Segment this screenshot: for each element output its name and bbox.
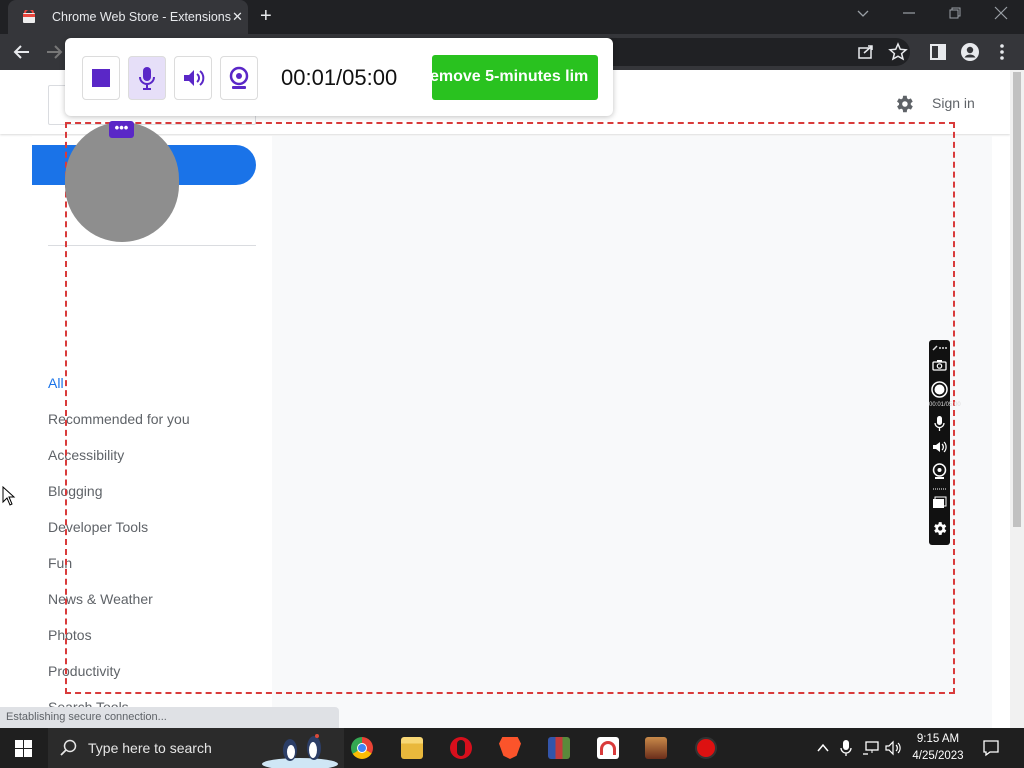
more-options-icon[interactable] bbox=[932, 343, 947, 353]
recorder-sidebar-toolbar: 00:01/05:00 bbox=[929, 340, 961, 545]
remove-time-limit-button[interactable]: emove 5-minutes lim bbox=[432, 55, 598, 100]
webcam-preview-bubble[interactable] bbox=[65, 122, 179, 242]
windows-start-icon[interactable] bbox=[15, 740, 32, 757]
file-explorer-taskbar-icon[interactable] bbox=[401, 737, 423, 759]
microphone-toggle-button[interactable] bbox=[128, 56, 166, 100]
taskbar-search-placeholder: Type here to search bbox=[88, 740, 212, 756]
action-center-icon[interactable] bbox=[982, 739, 1000, 757]
stop-button[interactable] bbox=[82, 56, 120, 100]
scrollbar-thumb[interactable] bbox=[1013, 72, 1021, 527]
new-tab-button[interactable]: + bbox=[260, 5, 272, 28]
status-text: Establishing secure connection... bbox=[6, 711, 167, 723]
sidebar-webcam-icon[interactable] bbox=[932, 463, 947, 480]
search-highlight-penguins-icon bbox=[262, 734, 338, 768]
recorder-control-panel: 00:01/05:00 emove 5-minutes lim bbox=[65, 38, 613, 116]
app-taskbar-icon[interactable] bbox=[597, 737, 619, 759]
microphone-icon bbox=[139, 67, 155, 90]
show-hidden-icons-chevron-icon[interactable] bbox=[816, 741, 830, 755]
bookmark-star-icon[interactable] bbox=[886, 40, 910, 64]
clock-time: 9:15 AM bbox=[916, 733, 960, 745]
minimize-icon[interactable] bbox=[902, 6, 916, 23]
browser-tab[interactable]: Chrome Web Store - Extensions ✕ bbox=[8, 0, 248, 34]
stop-square-icon bbox=[92, 69, 110, 87]
category-all[interactable]: All bbox=[48, 375, 64, 391]
mouse-cursor-icon bbox=[2, 486, 16, 506]
clock-date: 4/25/2023 bbox=[912, 750, 964, 762]
webcam-toggle-button[interactable] bbox=[220, 56, 258, 100]
taskbar-clock[interactable]: 9:15 AM 4/25/2023 bbox=[908, 731, 968, 765]
volume-icon[interactable] bbox=[885, 740, 903, 756]
sign-in-link[interactable]: Sign in bbox=[932, 95, 975, 111]
winrar-taskbar-icon[interactable] bbox=[548, 737, 570, 759]
recording-area-frame[interactable] bbox=[65, 122, 955, 694]
recorder-taskbar-icon[interactable] bbox=[695, 737, 717, 759]
webcam-icon bbox=[229, 66, 249, 89]
opera-taskbar-icon[interactable] bbox=[450, 737, 472, 759]
restore-icon[interactable] bbox=[948, 6, 962, 23]
speaker-icon bbox=[184, 70, 205, 86]
profile-avatar-icon[interactable] bbox=[958, 40, 982, 64]
record-button-icon[interactable] bbox=[931, 381, 948, 398]
forward-arrow-icon[interactable] bbox=[42, 40, 66, 64]
taskbar-search-box[interactable]: Type here to search bbox=[48, 728, 344, 768]
webcam-options-button[interactable]: ••• bbox=[109, 121, 134, 138]
tab-title: Chrome Web Store - Extensions bbox=[52, 10, 232, 24]
menu-kebab-icon[interactable] bbox=[990, 40, 1014, 64]
share-icon[interactable] bbox=[854, 40, 878, 64]
settings-gear-icon[interactable] bbox=[893, 93, 915, 115]
recording-timer: 00:01/05:00 bbox=[281, 65, 398, 90]
status-bubble: Establishing secure connection... bbox=[0, 707, 339, 728]
sidebar-speaker-icon[interactable] bbox=[932, 440, 947, 454]
sidebar-settings-icon[interactable] bbox=[931, 520, 948, 537]
sidebar-window-icon[interactable] bbox=[932, 488, 947, 512]
side-panel-icon[interactable] bbox=[926, 40, 950, 64]
tray-microphone-icon[interactable] bbox=[839, 739, 853, 757]
tab-close-icon[interactable]: ✕ bbox=[232, 9, 243, 25]
tab-search-icon[interactable] bbox=[856, 6, 870, 23]
window-close-icon[interactable] bbox=[994, 6, 1008, 23]
game-taskbar-icon[interactable] bbox=[645, 737, 667, 759]
taskbar-search-icon bbox=[60, 739, 77, 756]
chrome-web-store-icon bbox=[23, 10, 35, 23]
sidebar-timer: 00:01/05:00 bbox=[929, 402, 961, 408]
chrome-taskbar-icon[interactable] bbox=[351, 737, 373, 759]
sidebar-microphone-icon[interactable] bbox=[933, 415, 946, 432]
system-audio-toggle-button[interactable] bbox=[174, 56, 212, 100]
back-arrow-icon[interactable] bbox=[10, 40, 34, 64]
screenshot-camera-icon[interactable] bbox=[932, 359, 947, 371]
network-icon[interactable] bbox=[862, 740, 880, 756]
remove-time-limit-label: emove 5-minutes lim bbox=[432, 68, 589, 85]
